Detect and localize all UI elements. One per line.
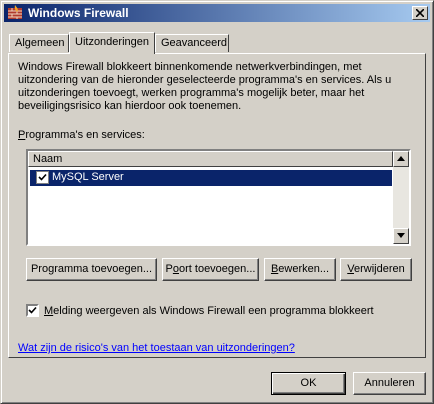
add-port-button[interactable]: Poort toevoegen... (162, 258, 259, 281)
tab-label: Geavanceerd (161, 37, 228, 49)
scroll-up-button[interactable] (393, 151, 409, 167)
column-header-label: Naam (33, 153, 63, 165)
item-name: MySQL Server (52, 171, 124, 183)
add-port-label-pre: P (165, 263, 173, 275)
scroll-down-button[interactable] (393, 228, 409, 244)
add-program-label: Programma toevoegen... (30, 263, 153, 275)
ok-button[interactable]: OK (271, 372, 346, 395)
vertical-scrollbar[interactable] (393, 151, 409, 244)
edit-button[interactable]: Bewerken... (264, 258, 336, 281)
item-checkbox[interactable] (36, 171, 49, 184)
tab-label: Algemeen (15, 37, 65, 49)
list-item[interactable]: MySQL Server (30, 170, 392, 186)
add-program-button[interactable]: Programma toevoegen... (26, 258, 157, 281)
programs-label: Programma's en services: (18, 129, 145, 141)
tab-label: Uitzonderingen (75, 36, 149, 48)
notify-label[interactable]: Melding weergeven als Windows Firewall e… (44, 305, 374, 317)
close-button[interactable] (412, 6, 428, 20)
programs-label-text: rogramma's en services: (25, 129, 145, 141)
firewall-icon (8, 5, 22, 19)
tab-uitzonderingen[interactable]: Uitzonderingen (69, 32, 155, 54)
add-port-label-post: ort toevoegen... (179, 263, 256, 275)
edit-label-post: ewerken... (278, 263, 330, 275)
delete-label-post: erwijderen (353, 263, 405, 275)
arrow-down-icon (397, 233, 405, 238)
window-title: Windows Firewall (28, 6, 129, 20)
tab-algemeen[interactable]: Algemeen (9, 34, 69, 52)
tab-geavanceerd[interactable]: Geavanceerd (155, 34, 229, 52)
description-text: Windows Firewall blokkeert binnenkomende… (18, 61, 392, 112)
column-header-name[interactable]: Naam (28, 151, 393, 167)
notify-label-key: M (44, 305, 54, 317)
firewall-dialog: Windows Firewall Algemeen Uitzonderingen… (0, 0, 434, 404)
checkmark-icon (28, 306, 37, 314)
programs-list[interactable]: Naam MySQL Server (26, 149, 411, 246)
notify-label-text: elding weergeven als Windows Firewall ee… (53, 305, 374, 317)
notify-checkbox[interactable] (26, 304, 39, 317)
risks-help-link[interactable]: Wat zijn de risico's van het toestaan va… (18, 342, 295, 354)
checkmark-icon (38, 173, 47, 181)
delete-label-key: V (347, 263, 354, 275)
close-icon (416, 9, 424, 17)
title-bar[interactable]: Windows Firewall (4, 4, 430, 22)
cancel-button[interactable]: Annuleren (353, 372, 426, 395)
arrow-up-icon (397, 156, 405, 161)
delete-button[interactable]: Verwijderen (340, 258, 412, 281)
